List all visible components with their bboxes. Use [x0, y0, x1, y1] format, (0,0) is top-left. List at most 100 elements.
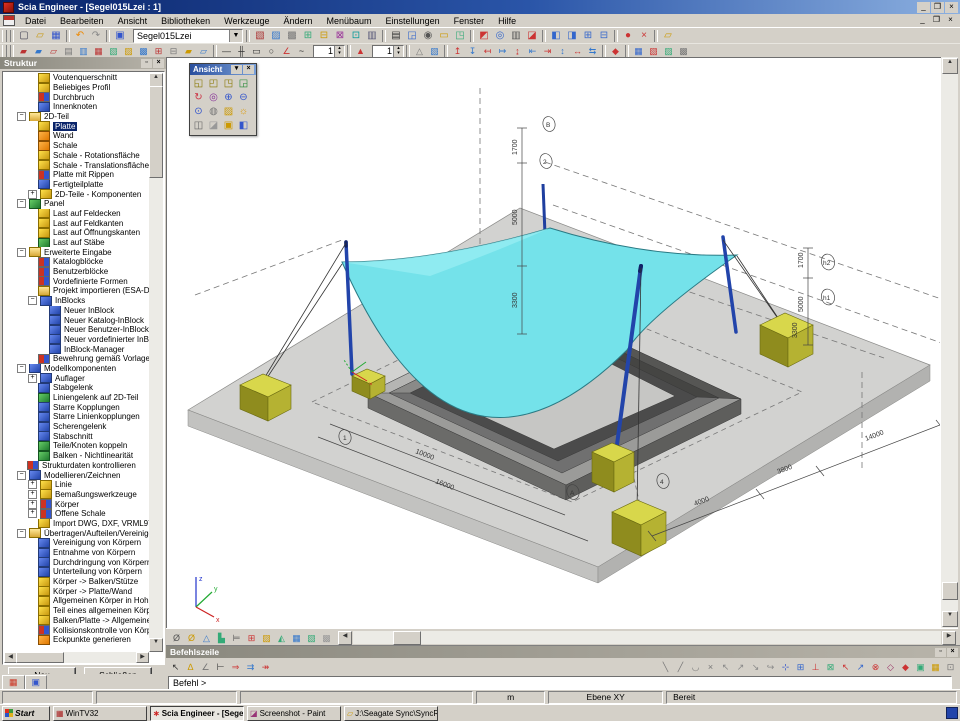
wireframe-icon[interactable]: ▦ [289, 632, 304, 644]
select-icon[interactable]: ◩ [476, 29, 492, 43]
tree-item[interactable]: Wand [4, 131, 149, 141]
tree-item[interactable]: Platte mit Rippen [4, 170, 149, 180]
endpoint-snap-icon[interactable]: ↖ [838, 661, 853, 673]
layer-icon[interactable]: △ [412, 45, 427, 57]
tree-item[interactable]: Durchbruch [4, 92, 149, 102]
tree-expander[interactable]: − [17, 199, 26, 208]
viewport-horizontal-scrollbar[interactable] [353, 631, 941, 644]
document-icon[interactable]: ▭ [436, 29, 452, 43]
midpoint-snap-icon[interactable]: ⊠ [823, 661, 838, 673]
rotate-view-icon[interactable]: ↻ [191, 91, 206, 105]
snap-cross-icon[interactable]: ╱ [673, 661, 688, 673]
tree-item[interactable]: −Übertragen/Aufteilen/Vereinigen [4, 528, 149, 538]
tree-item[interactable]: Fertigteilplatte [4, 180, 149, 190]
snap-off-icon[interactable]: × [703, 661, 718, 673]
tree-item[interactable]: Unterteilung von Körpern [4, 567, 149, 577]
supports-display-icon[interactable]: ⊨ [229, 632, 244, 644]
palette-menu-icon[interactable]: ▾ [231, 65, 242, 74]
layers-icon[interactable]: ▨ [661, 45, 676, 57]
tree-item[interactable]: Durchdringung von Körpern [4, 557, 149, 567]
tree-item[interactable]: Projekt importieren (ESA-Datei) [4, 286, 149, 296]
tree-item[interactable]: −Modellieren/Zeichnen [4, 470, 149, 480]
tree-item[interactable]: Starre Linienkopplungen [4, 412, 149, 422]
tree-expander[interactable]: − [17, 112, 26, 121]
section-12-icon[interactable]: ▰ [181, 45, 196, 57]
pan-right-icon[interactable]: ▶ [942, 631, 956, 645]
tree-item[interactable]: Katalogblöcke [4, 257, 149, 267]
project-window-icon[interactable]: ▣ [112, 29, 128, 43]
mdi-minimize-button[interactable]: _ [916, 15, 929, 26]
clipboard-icon[interactable]: ⊞ [300, 29, 316, 43]
tree-expander[interactable]: + [28, 509, 37, 518]
menu-bibliotheken[interactable]: Bibliotheken [154, 16, 217, 26]
loads-display-icon[interactable]: ⊞ [244, 632, 259, 644]
filter-icon[interactable]: ▩ [676, 45, 691, 57]
load-free-icon[interactable]: ↕ [555, 45, 570, 57]
new-icon[interactable]: ▢ [16, 29, 32, 43]
support-tool-icon[interactable]: ⊢ [213, 661, 228, 673]
light-icon[interactable]: ☼ [236, 105, 251, 119]
tree-scroll-thumb[interactable] [149, 86, 163, 178]
tree-vertical-scrollbar[interactable]: ▲ ▼ [149, 73, 163, 652]
print-icon[interactable]: ▤ [388, 29, 404, 43]
draw-line-icon[interactable]: — [219, 45, 234, 57]
activity-spinner[interactable]: 1▴▾ [313, 45, 345, 58]
load-wind-icon[interactable]: ↔ [570, 45, 585, 57]
menu-datei[interactable]: Datei [18, 16, 53, 26]
window-split-icon[interactable]: ⊞ [580, 29, 596, 43]
gallery-icon[interactable]: ▩ [284, 29, 300, 43]
delete-icon[interactable]: × [636, 29, 652, 43]
zoom-previous-icon[interactable]: ◍ [206, 105, 221, 119]
befehlszeile-titlebar[interactable]: Befehlszeile ▫ × [166, 646, 960, 658]
load-left-icon[interactable]: ↤ [480, 45, 495, 57]
toolbar-grip[interactable] [2, 30, 7, 42]
record-icon[interactable]: ● [620, 29, 636, 43]
tree-item[interactable]: −Modellkomponenten [4, 364, 149, 374]
tree-item[interactable]: Neuer Benutzer-InBlock [4, 325, 149, 335]
scroll-up-icon[interactable]: ▲ [149, 73, 163, 87]
task-seagate-sync[interactable]: ▱J:\Seagate Sync\SyncRe... [344, 706, 438, 721]
tab-struktur[interactable]: ▦ [2, 675, 25, 689]
start-button[interactable]: Start [2, 706, 50, 721]
dot-grid-icon[interactable]: ⊡ [943, 661, 958, 673]
window-titlebar[interactable]: Scia Engineer - [Segel015Lzei : 1] _ ❐ × [0, 0, 960, 14]
tree-item[interactable]: Strukturdaten kontrollieren [4, 461, 149, 471]
move-node-icon[interactable]: ◆ [608, 45, 623, 57]
menu-ansicht[interactable]: Ansicht [111, 16, 155, 26]
layout-icon[interactable]: ▥ [364, 29, 380, 43]
tree-item[interactable]: Balken/Platte -> Allgemeiner Körper [4, 616, 149, 626]
minimize-button[interactable]: _ [917, 2, 930, 13]
viewport-scroll-up-icon[interactable]: ▲ [942, 58, 958, 74]
mdi-restore-button[interactable]: ❐ [930, 15, 943, 26]
tree-item[interactable]: Starre Kopplungen [4, 402, 149, 412]
camera-icon[interactable]: ◉ [420, 29, 436, 43]
raster-icon[interactable]: ▦ [928, 661, 943, 673]
perspective-icon[interactable]: ◧ [236, 119, 251, 133]
zoom-document-icon[interactable]: ◎ [492, 29, 508, 43]
center-snap-icon[interactable]: ◆ [898, 661, 913, 673]
tree-expander[interactable]: + [28, 480, 37, 489]
tree-item[interactable]: InBlock-Manager [4, 344, 149, 354]
ortho-icon[interactable]: ⊥ [808, 661, 823, 673]
status-units[interactable]: m [476, 691, 545, 704]
tree-expander[interactable]: − [28, 296, 37, 305]
load-moment-icon[interactable]: ⇥ [540, 45, 555, 57]
tray-icon[interactable] [946, 707, 958, 719]
panel-pin-icon[interactable]: ▫ [141, 59, 152, 68]
edge-snap-icon[interactable]: ◇ [883, 661, 898, 673]
layer-spinner[interactable]: 1▴▾ [372, 45, 404, 58]
spinner-arrows-icon[interactable]: ▴▾ [393, 46, 403, 57]
tree-item[interactable]: Neuer Katalog-InBlock [4, 315, 149, 325]
tree-item[interactable]: −2D-Teil [4, 112, 149, 122]
view-top-icon[interactable]: ◳ [221, 77, 236, 91]
tree-item[interactable]: +2D-Teile - Komponenten [4, 189, 149, 199]
no-clip-icon[interactable]: Ø [169, 632, 184, 644]
tree-expander[interactable]: + [28, 490, 37, 499]
section-11-icon[interactable]: ⊟ [166, 45, 181, 57]
tree-expander[interactable]: + [28, 374, 37, 383]
tree-item[interactable]: Bewehrung gemäß Vorlage [4, 354, 149, 364]
load-temp-icon[interactable]: ⇤ [525, 45, 540, 57]
panel-close-icon[interactable]: × [153, 59, 164, 68]
ansicht-palette[interactable]: Ansicht ▾ × ◱◰◳◲↻◎⊕⊖⊙◍▨☼◫◪▣◧ [189, 63, 257, 136]
tree-expander[interactable]: − [17, 471, 26, 480]
